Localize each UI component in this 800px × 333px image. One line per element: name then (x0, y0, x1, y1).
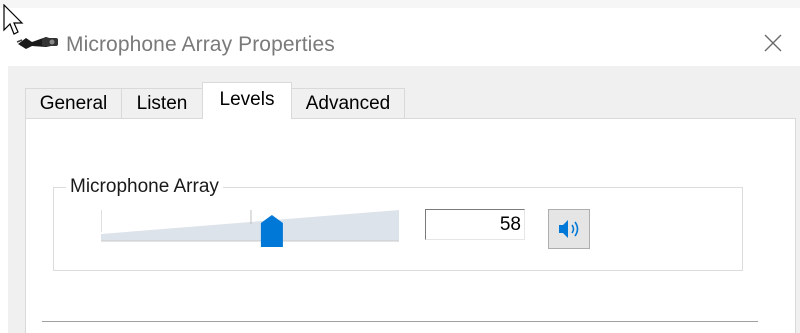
slider-track-wedge (101, 210, 399, 241)
tab-advanced[interactable]: Advanced (291, 88, 405, 118)
level-value-field[interactable]: 58 (425, 209, 525, 240)
properties-dialog: Microphone Array Properties General List… (8, 8, 800, 333)
tab-general[interactable]: General (25, 88, 122, 118)
tab-listen[interactable]: Listen (121, 88, 203, 118)
close-icon[interactable] (760, 30, 786, 56)
level-value: 58 (499, 214, 521, 235)
mute-button[interactable] (548, 209, 590, 249)
tab-levels[interactable]: Levels (202, 82, 292, 119)
screen: Microphone Array Properties General List… (0, 0, 800, 333)
speaker-icon (559, 220, 579, 238)
dialog-body: General Listen Levels Advanced Microphon… (8, 66, 800, 333)
tab-label: Listen (136, 93, 188, 114)
microphone-array-group: Microphone Array 58 (53, 176, 743, 271)
tab-label: Levels (219, 89, 275, 110)
title-bar[interactable]: Microphone Array Properties (8, 8, 800, 66)
tab-label: General (39, 93, 108, 114)
window-title: Microphone Array Properties (66, 33, 335, 56)
levels-page: Microphone Array 58 (25, 118, 796, 333)
mouse-pointer-icon (3, 3, 25, 36)
level-slider[interactable] (100, 208, 401, 248)
tab-label: Advanced (305, 93, 391, 114)
group-label: Microphone Array (66, 176, 223, 198)
separator-line (42, 321, 758, 322)
